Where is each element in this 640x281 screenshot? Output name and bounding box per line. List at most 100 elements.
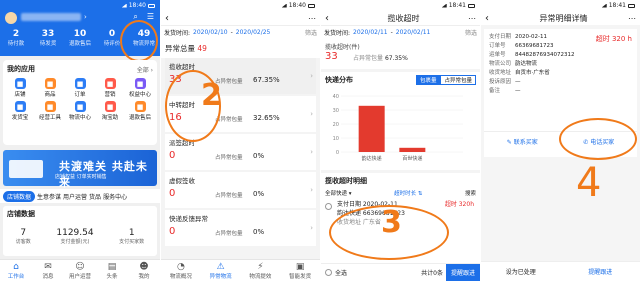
stat-item[interactable]: 33 待发货: [32, 29, 64, 47]
nav-user-ops[interactable]: ☺ 用户运营: [64, 260, 96, 281]
field-label: 运单号: [489, 52, 506, 58]
menu-icon[interactable]: ☰: [147, 12, 154, 22]
nav-label: 我的: [138, 274, 150, 280]
metric: 1 支付买家数: [119, 228, 144, 245]
tab-shop-data[interactable]: 店铺数据: [3, 190, 36, 202]
app-item[interactable]: ■ 经营工具: [35, 101, 65, 121]
bottom-nav: ⌂ 工作台 ✉ 消息 ☺ 用户运营 ▤ 头条 ☻ 我的: [0, 259, 160, 281]
home-icon: ⌂: [13, 262, 19, 272]
bottom-action-bar: 设为已处理 提醒跟进: [481, 261, 640, 281]
workbench-screen: 18:40 › ⌕ ☰ 2 待付款 33 待发货 10 退款售后 0 待评价 49 物流异常…: [0, 0, 160, 281]
end-date[interactable]: 2020/02/11: [396, 29, 431, 36]
tab-goods[interactable]: 货品: [89, 192, 101, 201]
app-label: 经营工具: [38, 115, 61, 121]
nav-logistics-overview[interactable]: ◔ 物流概况: [161, 260, 201, 281]
toggle-package-count[interactable]: 包裹量: [415, 75, 441, 85]
card-title: 快递反馈异常: [169, 215, 208, 223]
field-label: 订单号: [489, 43, 506, 49]
app-item[interactable]: ■ 权益中心: [125, 78, 155, 98]
filter-button[interactable]: 筛选: [305, 28, 317, 37]
y-tick-label: 10: [333, 136, 339, 142]
start-date[interactable]: 2020/02/10: [193, 29, 228, 36]
signal-icon: [441, 3, 447, 8]
more-icon[interactable]: ⋯: [468, 14, 476, 23]
shop-name-blurred: [21, 13, 81, 21]
filter-button[interactable]: 筛选: [465, 28, 477, 37]
date-label: 发货时间:: [324, 30, 351, 37]
end-date[interactable]: 2020/02/25: [236, 29, 271, 36]
shop-data-card: 店铺数据 7 访客数 1129.54 支付金额(元) 1 支付买家数: [3, 206, 157, 256]
app-item[interactable]: ■ 营销: [95, 78, 125, 98]
card-count: 0: [169, 188, 176, 199]
sort-timeout[interactable]: 超时时长 ⇅: [394, 189, 422, 197]
remind-follow-button[interactable]: 提醒跟进: [445, 263, 480, 281]
promo-banner[interactable]: 共渡难关 共赴未来 店铺权益 订单实时销售: [3, 150, 157, 189]
chevron-right-icon: ›: [310, 148, 313, 156]
app-item[interactable]: ■ 发货宝: [5, 101, 35, 121]
card-pct: 0%: [253, 190, 265, 198]
app-item[interactable]: ■ 退款售后: [125, 101, 155, 121]
stat-item[interactable]: 10 退款售后: [64, 29, 96, 47]
timeout-badge: 超时 320 h: [595, 35, 632, 43]
contact-buyer-button[interactable]: ✎ 联系买家: [484, 137, 561, 146]
row-checkbox[interactable]: [325, 203, 332, 210]
more-icon[interactable]: ⋯: [308, 14, 316, 23]
timeout-summary: 揽收超时(件) 33 占异常包量 67.35%: [321, 39, 480, 69]
my-apps: 我的应用 全部 › ■ 店铺 ■ 商品 ■ 订单 ■ 营销 ■ 权益中心 ■ 发货宝 ■ 经营工具 ■ 物流中…: [3, 60, 157, 145]
clock: 18:40: [128, 2, 146, 9]
section-title: 店铺数据: [7, 210, 35, 218]
battery-icon: [308, 3, 315, 8]
tab-service[interactable]: 服务中心: [103, 192, 127, 201]
app-label: 店铺: [14, 92, 26, 98]
nav-label: 物流提效: [249, 274, 272, 280]
annotation-number: 2: [201, 78, 222, 113]
back-icon[interactable]: ‹: [485, 13, 499, 24]
select-all-label[interactable]: 全选: [335, 268, 347, 277]
nav-me[interactable]: ☻ 我的: [128, 260, 160, 281]
page-title: 揽收超时: [387, 13, 420, 23]
app-icon: ■: [134, 101, 146, 112]
stat-value: 10: [73, 29, 87, 39]
stat-item[interactable]: 2 待付款: [0, 29, 32, 47]
toggle-exception-share[interactable]: 占异常包量: [440, 75, 476, 85]
search-button[interactable]: 搜索: [465, 189, 476, 197]
bottom-nav: ◔ 物流概况 ⚠ 异常物流 ⚡ 物流提效 ▣ 智能发货: [161, 259, 320, 281]
mark-handled-button[interactable]: 设为已处理: [481, 267, 561, 276]
bar-chart: 40 30 20 10 0 韵达快递 百世快递: [333, 94, 463, 162]
card-pct-label: 占异常包量: [215, 231, 243, 237]
app-item[interactable]: ■ 店铺: [5, 78, 35, 98]
app-item[interactable]: ■ 物流中心: [65, 101, 95, 121]
tab-business[interactable]: 生意参谋: [37, 192, 61, 201]
clock: 18:41: [448, 2, 466, 9]
back-icon[interactable]: ‹: [165, 13, 179, 24]
nav-workbench[interactable]: ⌂ 工作台: [0, 260, 32, 281]
back-icon[interactable]: ‹: [325, 13, 339, 24]
tab-user-ops[interactable]: 用户运营: [63, 192, 87, 201]
nav-messages[interactable]: ✉ 消息: [32, 260, 64, 281]
start-date[interactable]: 2020/02/11: [353, 29, 388, 36]
exception-logistics-screen: 18:40 ‹ ⋯ 发货时间: 2020/02/10- 2020/02/25 筛选…: [161, 0, 320, 281]
x-tick-label: 韵达快递: [362, 155, 382, 162]
avatar[interactable]: [5, 12, 17, 24]
nav-headlines[interactable]: ▤ 头条: [96, 260, 128, 281]
nav-logistics-efficiency[interactable]: ⚡ 物流提效: [241, 260, 281, 281]
app-item[interactable]: ■ 淘宝助: [95, 101, 125, 121]
stat-label: 待付款: [7, 41, 25, 47]
app-item[interactable]: ■ 商品: [35, 78, 65, 98]
annotation-circle: [559, 118, 637, 160]
app-item[interactable]: ■ 订单: [65, 78, 95, 98]
courier-dropdown[interactable]: 全部快递 ▾: [325, 189, 352, 197]
chevron-right-icon: ›: [310, 72, 313, 80]
app-icon: ■: [14, 101, 26, 112]
card-courier-feedback[interactable]: 快递反馈异常 0 占异常包量 0% ›: [165, 210, 316, 246]
nav-label: 消息: [42, 274, 54, 280]
message-icon: ✉: [44, 262, 52, 272]
nav-exception-logistics[interactable]: ⚠ 异常物流: [201, 260, 241, 281]
more-icon[interactable]: ⋯: [628, 14, 636, 23]
remind-follow-button[interactable]: 提醒跟进: [561, 267, 640, 276]
card-fake-signed[interactable]: 虚假签收 0 占异常包量 0% ›: [165, 172, 316, 208]
select-all-checkbox[interactable]: [325, 269, 332, 276]
nav-smart-shipping[interactable]: ▣ 智能发货: [280, 260, 320, 281]
chevron-right-icon[interactable]: ›: [84, 13, 87, 21]
all-apps-link[interactable]: 全部 ›: [137, 65, 153, 74]
